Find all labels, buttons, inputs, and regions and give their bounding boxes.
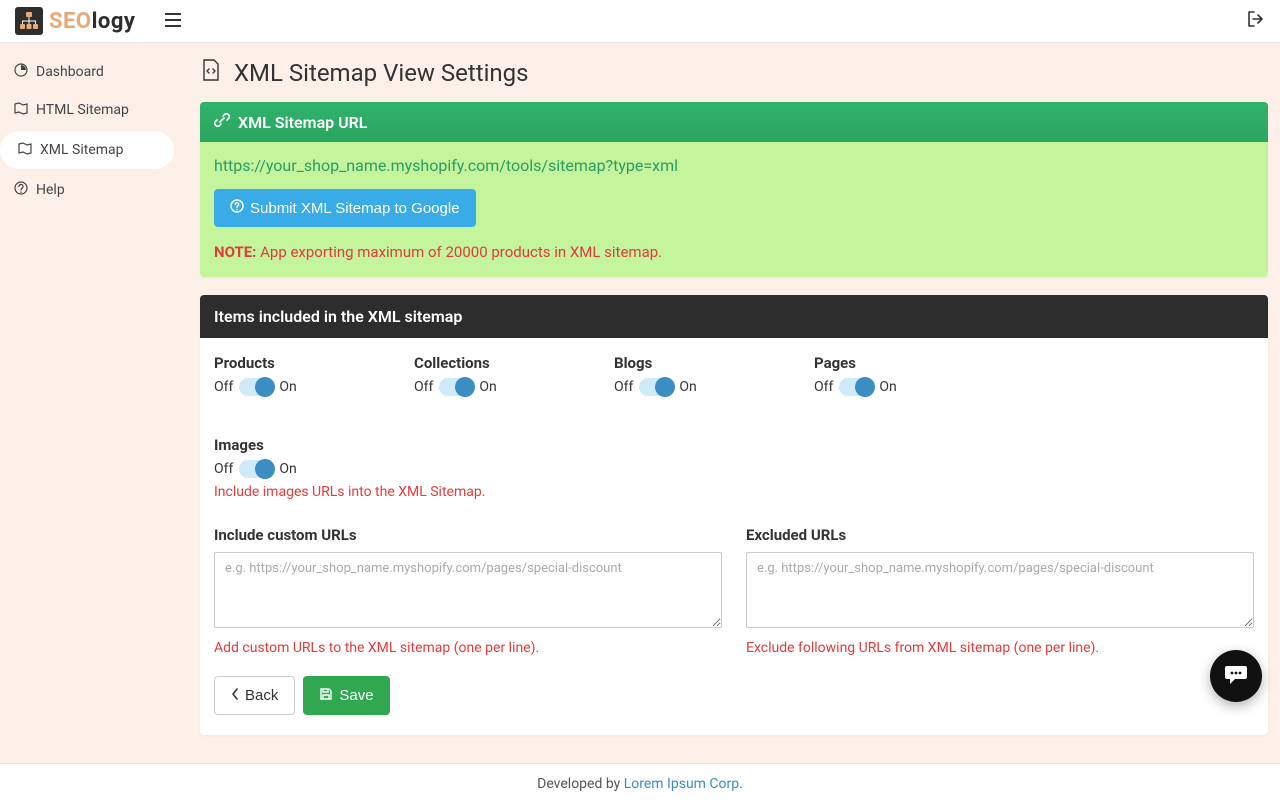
back-button-label: Back [245,687,278,704]
toggle-on-text: On [279,379,296,395]
file-code-icon [200,58,222,88]
page-title-text: XML Sitemap View Settings [234,59,529,87]
export-note: NOTE: App exporting maximum of 20000 pro… [214,243,1254,261]
sidebar-item-html-sitemap[interactable]: HTML Sitemap [0,91,180,129]
page-title: XML Sitemap View Settings [200,58,1268,88]
sidebar-item-label: XML Sitemap [40,142,124,158]
toggle-label: Products [214,354,374,372]
note-text: App exporting maximum of 20000 products … [256,243,662,261]
save-icon [319,687,333,705]
sidebar-item-dashboard[interactable]: Dashboard [0,53,180,91]
logout-icon[interactable] [1247,11,1265,31]
map-icon [14,101,28,119]
exclude-urls-label: Excluded URLs [746,526,1254,544]
toggle-switch[interactable] [839,378,873,396]
sidebar-item-label: Help [36,182,65,198]
logo-text-logy: logy [92,9,136,34]
save-button-label: Save [339,687,373,704]
toggle-off-text: Off [214,379,233,395]
logo-text-seo: SEO [49,9,92,34]
sidebar-item-label: Dashboard [36,64,104,80]
toggle-images: Images Off On Include images URLs into t… [214,436,485,500]
include-urls-label: Include custom URLs [214,526,722,544]
help-icon [14,181,28,199]
toggle-off-text: Off [814,379,833,395]
toggle-off-text: Off [414,379,433,395]
items-panel: Items included in the XML sitemap Produc… [200,295,1268,735]
toggle-label: Blogs [614,354,774,372]
footer-suffix: . [739,776,743,792]
map-icon [18,141,32,159]
toggle-images-help: Include images URLs into the XML Sitemap… [214,484,485,500]
toggle-row: Products Off On Collections Off On [214,354,1254,500]
toggle-products: Products Off On [214,354,374,396]
toggle-off-text: Off [614,379,633,395]
toggle-blogs: Blogs Off On [614,354,774,396]
include-urls-input[interactable] [214,552,722,628]
topbar: SEOlogy [0,0,1280,43]
include-urls-block: Include custom URLs Add custom URLs to t… [214,526,722,656]
toggle-off-text: Off [214,461,233,477]
toggle-label: Collections [414,354,574,372]
back-button[interactable]: Back [214,676,295,715]
main-content: XML Sitemap View Settings XML Sitemap UR… [180,43,1280,763]
submit-sitemap-button[interactable]: Submit XML Sitemap to Google [214,189,476,227]
toggle-on-text: On [479,379,496,395]
sitemap-url[interactable]: https://your_shop_name.myshopify.com/too… [214,156,1254,175]
toggle-switch[interactable] [439,378,473,396]
dashboard-icon [14,63,28,81]
toggle-on-text: On [279,461,296,477]
chat-widget[interactable] [1210,650,1262,702]
include-urls-help: Add custom URLs to the XML sitemap (one … [214,640,722,656]
items-panel-heading: Items included in the XML sitemap [200,295,1268,338]
chevron-left-icon [231,687,239,704]
note-prefix: NOTE: [214,243,256,261]
footer-prefix: Developed by [537,776,624,792]
panel-heading-text: XML Sitemap URL [238,113,367,132]
toggle-switch[interactable] [239,460,273,478]
submit-sitemap-label: Submit XML Sitemap to Google [250,200,460,217]
logo-mark-icon [15,7,43,35]
help-circle-icon [230,199,244,217]
toggle-collections: Collections Off On [414,354,574,396]
exclude-urls-help: Exclude following URLs from XML sitemap … [746,640,1254,656]
sidebar-item-help[interactable]: Help [0,171,180,209]
toggle-on-text: On [879,379,896,395]
footer-link[interactable]: Lorem Ipsum Corp [624,776,739,792]
app-logo[interactable]: SEOlogy [15,7,135,35]
toggle-on-text: On [679,379,696,395]
toggle-pages: Pages Off On [814,354,974,396]
exclude-urls-block: Excluded URLs Exclude following URLs fro… [746,526,1254,656]
footer: Developed by Lorem Ipsum Corp. [0,763,1280,804]
sidebar-item-label: HTML Sitemap [36,102,129,118]
link-icon [214,112,230,132]
toggle-label: Images [214,436,485,454]
save-button[interactable]: Save [303,676,389,715]
chat-icon [1223,662,1249,690]
toggle-switch[interactable] [639,378,673,396]
xml-url-panel-heading: XML Sitemap URL [200,102,1268,142]
sidebar: Dashboard HTML Sitemap XML Sitemap Help [0,43,180,763]
menu-toggle-icon[interactable] [165,11,181,32]
sidebar-item-xml-sitemap[interactable]: XML Sitemap [0,131,174,169]
exclude-urls-input[interactable] [746,552,1254,628]
toggle-label: Pages [814,354,974,372]
xml-url-panel: XML Sitemap URL https://your_shop_name.m… [200,102,1268,277]
toggle-switch[interactable] [239,378,273,396]
